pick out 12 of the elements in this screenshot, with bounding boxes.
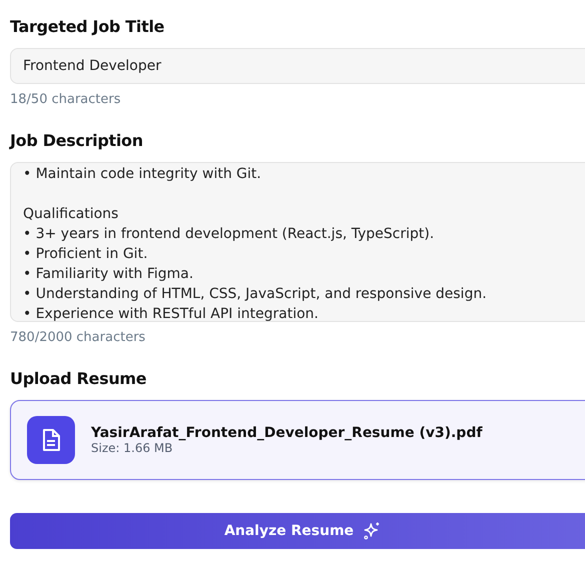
section-heading: Job Description bbox=[10, 131, 144, 152]
section-heading: Targeted Job Title bbox=[10, 17, 166, 38]
character-counter: 780/2000 characters bbox=[10, 330, 146, 345]
document-icon bbox=[27, 416, 75, 464]
analyze-button[interactable]: Analyze Resume bbox=[10, 513, 585, 549]
job-description-field[interactable]: • Maintain code integrity with Git. Qualifications • 3+ years in frontend development (React.js, TypeScript). • Proficient in Git. • Familiarity with Figma. • Understanding of HTML, CSS, JavaScript, and responsive design. • Experience with RESTful API integration. bbox=[10, 162, 585, 322]
section-heading: Upload Resume bbox=[10, 369, 148, 390]
character-counter: 18/50 characters bbox=[10, 92, 122, 107]
job-title-field[interactable]: Frontend Developer bbox=[10, 48, 585, 84]
file-size: Size: 1.66 MB bbox=[91, 441, 174, 455]
sparkle-icon bbox=[362, 521, 382, 541]
file-name: YasirArafat_Frontend_Developer_Resume (v3).pdf bbox=[91, 425, 482, 441]
